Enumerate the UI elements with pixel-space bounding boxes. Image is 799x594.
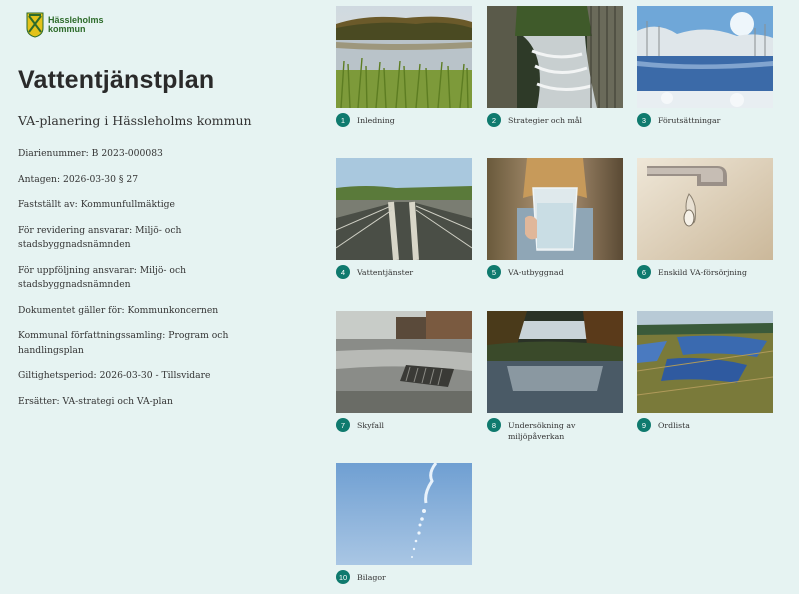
chapter-card-ordlista[interactable]: 9 Ordlista [637,311,773,432]
meta-diarienummer: Diarienummer: B 2023-000083 [18,148,163,159]
chapter-number-badge: 3 [637,113,651,127]
chapter-title[interactable]: Bilagor [357,570,467,583]
page-subtitle: VA-planering i Hässleholms kommun [18,113,252,128]
water-glass-photo[interactable] [487,158,623,260]
chapter-number-badge: 5 [487,265,501,279]
treatment-plant-photo[interactable] [336,158,472,260]
chapter-number-badge: 2 [487,113,501,127]
meta-ersatter: Ersätter: VA-strategi och VA-plan [18,395,173,407]
chapter-title[interactable]: Enskild VA-försörjning [658,265,768,278]
chapter-title[interactable]: Inledning [357,113,467,126]
logo-wordmark: Hässleholms kommun [48,16,104,34]
chapter-number-badge: 4 [336,265,350,279]
chapter-title[interactable]: Undersökning av miljöpåverkan [508,418,618,442]
chapter-number-badge: 10 [336,570,350,584]
chapter-title[interactable]: Strategier och mål [508,113,618,126]
page-title: Vattentjänstplan [18,66,215,94]
meta-galler-for: Dokumentet gäller för: Kommunkoncernen [18,304,219,316]
lake-reeds-photo[interactable] [336,6,472,108]
meta-antagen: Antagen: 2026-03-30 § 27 [18,173,139,185]
chapter-card-bilagor[interactable]: 10 Bilagor [336,463,472,584]
meta-uppfoljning: För uppföljning ansvarar: Miljö- och sta… [18,264,187,291]
chapter-number-badge: 7 [336,418,350,432]
stream-photo[interactable] [487,6,623,108]
document-metadata: Diarienummer: B 2023-000083 Antagen: 202… [18,147,233,420]
rainy-street-photo[interactable] [336,311,472,413]
chapter-title[interactable]: VA-utbyggnad [508,265,618,278]
chapter-number-badge: 8 [487,418,501,432]
chapter-title[interactable]: Ordlista [658,418,768,431]
chapter-card-undersokning[interactable]: 8 Undersökning av miljöpåverkan [487,311,623,442]
chapter-card-forutsattningar[interactable]: 3 Förutsättningar [637,6,773,127]
chapter-card-enskild-va[interactable]: 6 Enskild VA-försörjning [637,158,773,279]
municipality-logo[interactable]: Hässleholms kommun [26,12,104,38]
chapter-number-badge: 6 [637,265,651,279]
chapter-card-strategier[interactable]: 2 Strategier och mål [487,6,623,127]
winter-lake-photo[interactable] [637,6,773,108]
chapter-number-badge: 1 [336,113,350,127]
flooded-field-photo[interactable] [637,311,773,413]
chapter-card-skyfall[interactable]: 7 Skyfall [336,311,472,432]
faucet-photo[interactable] [637,158,773,260]
meta-faststallt: Fastställt av: Kommunfullmäktige [18,199,175,210]
chapter-title[interactable]: Skyfall [357,418,467,431]
meta-giltighetsperiod: Giltighetsperiod: 2026-03-30 - Tillsvida… [18,370,211,381]
meta-forfattningssamling: Kommunal författningssamling: Program oc… [18,330,229,356]
meta-revidering: För revidering ansvarar: Miljö- och stad… [18,224,182,251]
chapter-card-inledning[interactable]: 1 Inledning [336,6,472,127]
chapter-card-vattentjanster[interactable]: 4 Vattentjänster [336,158,472,279]
coat-of-arms-icon [26,12,44,38]
water-splash-photo[interactable] [336,463,472,565]
chapter-title[interactable]: Förutsättningar [658,113,768,126]
forest-lake-photo[interactable] [487,311,623,413]
chapter-card-va-utbyggnad[interactable]: 5 VA-utbyggnad [487,158,623,279]
chapter-number-badge: 9 [637,418,651,432]
chapter-title[interactable]: Vattentjänster [357,265,467,278]
logo-line-2: kommun [48,24,86,34]
